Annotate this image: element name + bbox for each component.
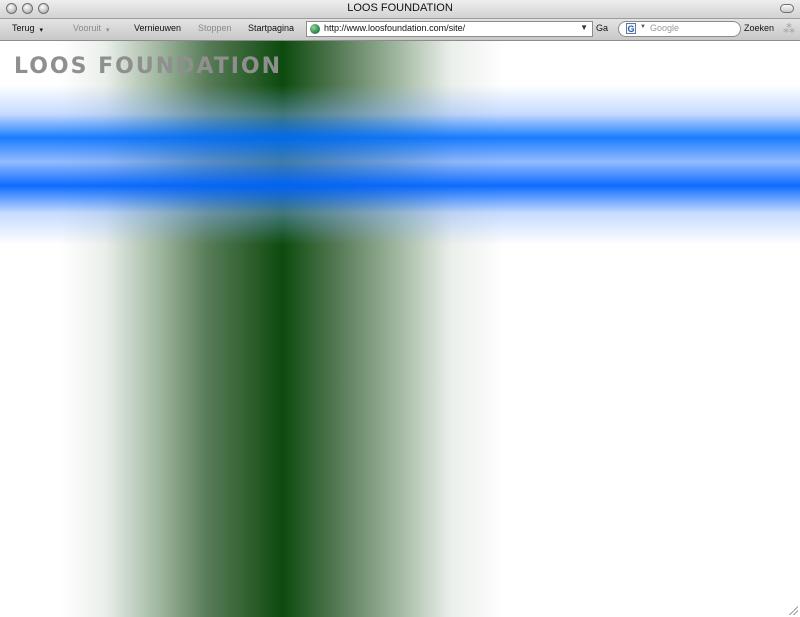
- address-dropdown-icon[interactable]: ▼: [580, 23, 588, 32]
- search-input[interactable]: Google: [650, 23, 679, 33]
- address-bar[interactable]: http://www.loosfoundation.com/site/ ▼: [306, 21, 593, 37]
- resize-grip-icon[interactable]: [788, 605, 798, 615]
- address-input[interactable]: http://www.loosfoundation.com/site/: [324, 23, 465, 33]
- back-label: Terug: [12, 23, 35, 33]
- reload-button[interactable]: Vernieuwen: [134, 23, 181, 33]
- chevron-down-icon: ▾: [106, 27, 110, 34]
- search-field[interactable]: G ▼ Google: [618, 21, 741, 37]
- home-button[interactable]: Startpagina: [248, 23, 294, 33]
- blue-horizontal-band: [0, 85, 800, 245]
- page-content: LOOS FOUNDATION: [0, 41, 800, 617]
- forward-label: Vooruit: [73, 23, 102, 33]
- forward-button[interactable]: Vooruit ▾: [73, 23, 110, 34]
- window-title: LOOS FOUNDATION: [347, 2, 453, 14]
- stop-button[interactable]: Stoppen: [198, 23, 232, 33]
- globe-icon: [310, 24, 320, 34]
- window-titlebar: LOOS FOUNDATION: [0, 0, 800, 19]
- site-logo[interactable]: LOOS FOUNDATION: [14, 54, 282, 79]
- toolbar-toggle-button[interactable]: [780, 4, 794, 13]
- google-icon: G: [626, 23, 636, 34]
- search-button[interactable]: Zoeken: [744, 23, 774, 33]
- go-button[interactable]: Ga: [596, 23, 608, 33]
- spinner-icon: ⁂: [783, 22, 795, 36]
- chevron-down-icon: ▾: [39, 27, 44, 34]
- browser-toolbar: Terug ▾ Vooruit ▾ Vernieuwen Stoppen Start…: [0, 19, 800, 41]
- search-engine-dropdown-icon[interactable]: ▼: [640, 24, 646, 30]
- back-button[interactable]: Terug ▾: [12, 23, 44, 34]
